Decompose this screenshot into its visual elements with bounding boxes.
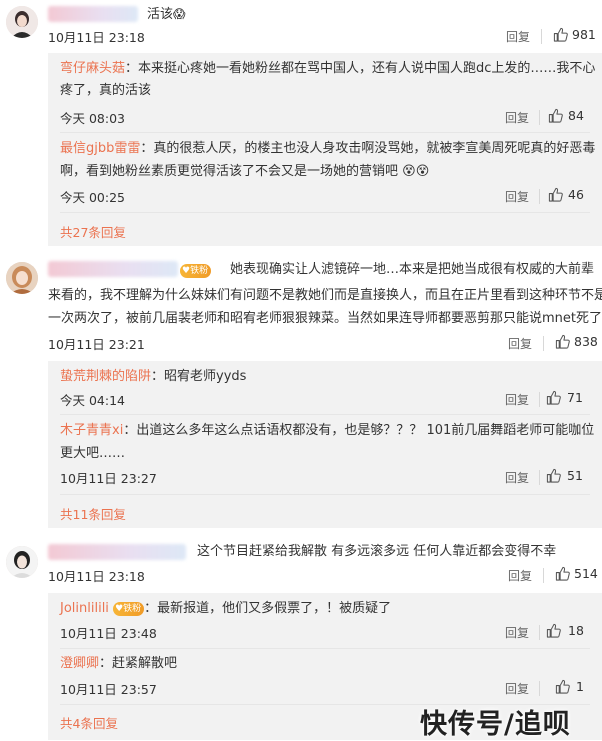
- like-count: 51: [567, 468, 583, 483]
- avatar-image: [6, 6, 38, 38]
- thumbs-up-icon: [553, 27, 568, 42]
- divider: [539, 625, 540, 640]
- username-blurred[interactable]: [48, 544, 186, 560]
- more-replies-link[interactable]: 共4条回复: [60, 713, 118, 732]
- reply-text-cont: 疼了，真的活该: [60, 83, 152, 98]
- username-blurred[interactable]: [48, 6, 138, 22]
- badge-heart-icon: ♥: [182, 266, 191, 276]
- reply-button[interactable]: 回复: [506, 28, 530, 45]
- like-button[interactable]: [546, 623, 561, 642]
- reply-button[interactable]: 回复: [508, 335, 532, 352]
- like-count: 838: [574, 334, 598, 349]
- reply-username[interactable]: 最信gjbb雷雷: [60, 141, 140, 156]
- reply-text: 蛰荒荆棘的陷阱：昭宥老师yyds: [60, 369, 247, 384]
- reply-text: 最信gjbb雷雷：真的很惹人厌，的楼主也没人身攻击啊没骂她，就被李宣美周死呢真的…: [60, 141, 596, 156]
- reply-button[interactable]: 回复: [505, 188, 529, 205]
- reply-time: 10月11日 23:27: [60, 471, 157, 486]
- emoji-icon: 😱: [173, 7, 186, 21]
- emoji-icon: 😵😵: [398, 164, 430, 179]
- thumbs-up-icon: [548, 187, 563, 202]
- separator: [60, 648, 590, 649]
- separator: [60, 414, 590, 415]
- separator: [60, 494, 590, 495]
- reply-text: 弯仔麻头菇：本来挺心疼她一看她粉丝都在骂中国人，还有人说中国人跑dc上发的……我…: [60, 61, 596, 76]
- thumbs-up-icon: [555, 566, 570, 581]
- separator: [60, 132, 590, 133]
- username-blurred[interactable]: [48, 261, 178, 277]
- divider: [539, 681, 540, 696]
- avatar-image: [6, 262, 38, 294]
- watermark: 快传号/追呗: [420, 709, 571, 740]
- divider: [539, 392, 540, 407]
- divider: [539, 189, 540, 204]
- reply-time: 今天 00:25: [60, 190, 125, 205]
- reply-time: 今天 08:03: [60, 111, 125, 126]
- avatar[interactable]: [6, 546, 38, 578]
- comment-time: 10月11日 23:18: [48, 569, 145, 584]
- avatar[interactable]: [6, 6, 38, 38]
- thumbs-up-icon: [555, 334, 570, 349]
- comment-text: 活该😱: [147, 7, 186, 22]
- thumbs-up-icon: [546, 468, 561, 483]
- more-replies-link[interactable]: 共11条回复: [60, 504, 126, 523]
- separator: [60, 212, 590, 213]
- reply-time: 10月11日 23:48: [60, 626, 157, 641]
- like-button[interactable]: [546, 390, 561, 409]
- divider: [543, 568, 544, 583]
- reply-username[interactable]: 弯仔麻头菇: [60, 61, 125, 76]
- like-button[interactable]: [555, 679, 570, 698]
- reply-time: 10月11日 23:57: [60, 682, 157, 697]
- comment-text-cont: 一次两次了，被前几届裴老师和昭宥老师狠狠辣菜。当然如果连导师都要恶剪那只能说mn…: [48, 311, 602, 326]
- reply-text-cont: 啊，看到她粉丝素质更觉得活该了不会又是一场她的营销吧 😵😵: [60, 164, 430, 179]
- comment-text-cont: 来看的，我不理解为什么妹妹们有问题不是教她们而是直接换人，而且在正片里看到这种环…: [48, 288, 602, 303]
- reply-username[interactable]: 澄卿卿: [60, 656, 99, 671]
- like-count: 981: [572, 27, 596, 42]
- reply-button[interactable]: 回复: [505, 469, 529, 486]
- like-count: 71: [567, 390, 583, 405]
- thumbs-up-icon: [546, 390, 561, 405]
- thumbs-up-icon: [548, 108, 563, 123]
- like-button[interactable]: [546, 468, 561, 487]
- reply-username[interactable]: 木子青青xi: [60, 423, 123, 438]
- avatar[interactable]: [6, 262, 38, 294]
- avatar-image: [6, 546, 38, 578]
- more-replies-link[interactable]: 共27条回复: [60, 222, 126, 241]
- reply-button[interactable]: 回复: [505, 624, 529, 641]
- like-count: 18: [568, 623, 584, 638]
- reply-username[interactable]: Jolinlilili: [60, 601, 109, 616]
- comment-text: 她表现确实让人滤镜碎一地…本来是把她当成很有权威的大前辈: [230, 262, 595, 277]
- reply-time: 今天 04:14: [60, 393, 125, 408]
- divider: [543, 336, 544, 351]
- comment-time: 10月11日 23:21: [48, 337, 145, 352]
- reply-button[interactable]: 回复: [505, 680, 529, 697]
- reply-button[interactable]: 回复: [508, 567, 532, 584]
- fan-badge: ♥铁粉: [113, 601, 145, 616]
- reply-button[interactable]: 回复: [505, 391, 529, 408]
- like-count: 514: [574, 566, 598, 581]
- divider: [539, 110, 540, 125]
- reply-button[interactable]: 回复: [505, 109, 529, 126]
- reply-text: 木子青青xi：出道这么多年这么点话语权都没有，也是够？？？ 101前几届舞蹈老师…: [60, 423, 595, 438]
- like-count: 1: [576, 679, 584, 694]
- fan-badge: ♥铁粉: [180, 264, 212, 278]
- like-button[interactable]: [555, 566, 570, 585]
- divider: [539, 470, 540, 485]
- reply-text-cont: 更大吧……: [60, 446, 126, 461]
- like-count: 84: [568, 108, 584, 123]
- reply-username[interactable]: 蛰荒荆棘的陷阱: [60, 369, 151, 384]
- divider: [541, 29, 542, 44]
- like-button[interactable]: [548, 108, 563, 127]
- like-count: 46: [568, 187, 584, 202]
- comment-time: 10月11日 23:18: [48, 30, 145, 45]
- reply-text: Jolinlilili ♥铁粉 ：最新报道，他们又多假票了，！被质疑了: [60, 601, 392, 616]
- like-button[interactable]: [553, 27, 568, 46]
- comment-text: 这个节目赶紧给我解散 有多远滚多远 任何人靠近都会变得不幸: [197, 544, 557, 559]
- reply-text: 澄卿卿：赶紧解散吧: [60, 656, 178, 671]
- like-button[interactable]: [548, 187, 563, 206]
- thumbs-up-icon: [546, 623, 561, 638]
- like-button[interactable]: [555, 334, 570, 353]
- badge-heart-icon: ♥: [115, 603, 124, 614]
- thumbs-up-icon: [555, 679, 570, 694]
